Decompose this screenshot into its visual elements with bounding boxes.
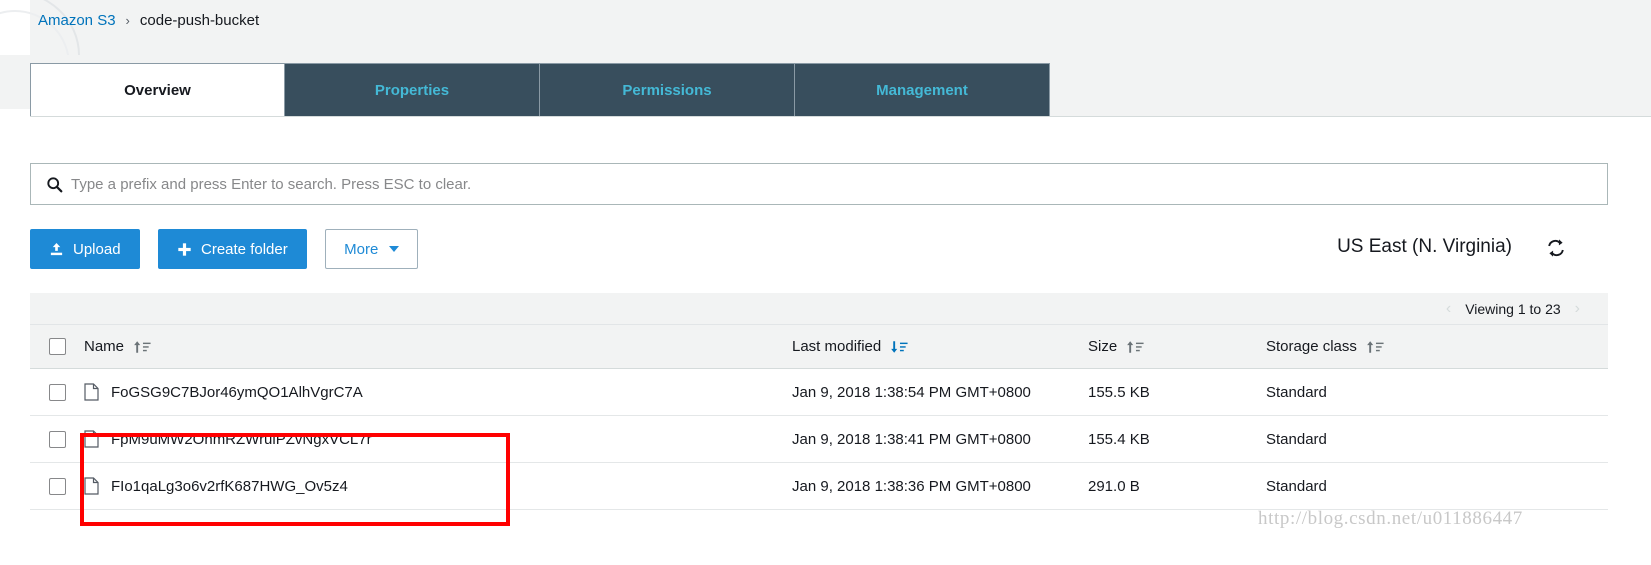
row-checkbox[interactable] [48,477,66,495]
cell-size: 155.4 KB [1088,430,1150,448]
upload-icon [49,242,64,257]
upload-button[interactable]: Upload [30,229,140,269]
table-header-row: Name Last modified Size Storage class [30,325,1608,369]
tab-management[interactable]: Management [795,63,1050,117]
table-row: FpM9uMW2OnmRZWruiPZvNgxVCL7r Jan 9, 2018… [30,416,1608,463]
file-icon [84,383,99,401]
region-label: US East (N. Virginia) [1337,236,1512,257]
more-button[interactable]: More [325,229,419,269]
cell-name: FIo1qaLg3o6v2rfK687HWG_Ov5z4 [84,477,792,495]
breadcrumb: Amazon S3 › code-push-bucket [38,7,259,33]
search-bar[interactable]: Type a prefix and press Enter to search.… [30,163,1608,205]
cell-last-modified: Jan 9, 2018 1:38:36 PM GMT+0800 [792,477,1031,495]
action-toolbar: Upload Create folder More US East (N. Vi… [30,229,1608,275]
tab-strip: Overview Properties Permissions Manageme… [0,55,1651,117]
refresh-button[interactable] [1542,237,1570,263]
sort-ascending-icon [133,340,152,354]
pagination-bar: ‹ Viewing 1 to 23 › [30,293,1608,325]
search-input[interactable]: Type a prefix and press Enter to search.… [71,176,471,193]
sort-descending-icon [890,340,909,354]
select-all-cell [30,338,84,355]
row-select-cell [30,430,84,448]
cell-last-modified: Jan 9, 2018 1:38:41 PM GMT+0800 [792,430,1031,448]
row-select-cell [30,477,84,495]
pagination-next-button[interactable]: › [1561,300,1594,318]
column-header-storage-class[interactable]: Storage class [1266,338,1608,355]
watermark-text: http://blog.csdn.net/u011886447 [1258,508,1523,529]
tab-overview[interactable]: Overview [30,63,285,117]
cell-storage-class: Standard [1266,477,1327,495]
file-name-link[interactable]: FIo1qaLg3o6v2rfK687HWG_Ov5z4 [111,478,348,495]
file-name-link[interactable]: FpM9uMW2OnmRZWruiPZvNgxVCL7r [111,431,372,448]
tab-strip-left-spacer [0,109,30,117]
overview-panel: Type a prefix and press Enter to search.… [0,117,1651,565]
cell-size: 155.5 KB [1088,383,1150,401]
cell-last-modified: Jan 9, 2018 1:38:54 PM GMT+0800 [792,383,1031,401]
pagination-prev-button[interactable]: ‹ [1432,300,1465,318]
cell-name: FpM9uMW2OnmRZWruiPZvNgxVCL7r [84,430,792,448]
cell-storage-class: Standard [1266,430,1327,448]
breadcrumb-separator-icon: › [125,12,130,28]
chevron-down-icon [389,246,400,252]
tab-permissions[interactable]: Permissions [540,63,795,117]
upload-button-label: Upload [73,240,121,258]
search-icon [37,176,71,193]
plus-icon [177,242,192,257]
sort-ascending-icon [1366,340,1385,354]
column-header-name[interactable]: Name [84,338,792,355]
breadcrumb-current: code-push-bucket [139,11,260,29]
column-header-last-modified-label: Last modified [792,338,882,355]
file-icon [84,430,99,448]
create-folder-button-label: Create folder [201,240,288,258]
tab-overview-label: Overview [124,81,191,99]
file-name-link[interactable]: FoGSG9C7BJor46ymQO1AlhVgrC7A [111,384,363,401]
tab-list: Overview Properties Permissions Manageme… [30,63,1050,117]
column-header-size[interactable]: Size [1088,338,1266,355]
tab-properties[interactable]: Properties [285,63,540,117]
row-checkbox[interactable] [48,383,66,401]
column-header-storage-class-label: Storage class [1266,338,1357,355]
file-icon [84,477,99,495]
table-row: FIo1qaLg3o6v2rfK687HWG_Ov5z4 Jan 9, 2018… [30,463,1608,510]
create-folder-button[interactable]: Create folder [158,229,307,269]
s3-bucket-page: Amazon S3 › code-push-bucket Overview Pr… [0,0,1651,565]
tab-properties-label: Properties [374,81,450,99]
pagination-range-text: Viewing 1 to 23 [1465,300,1561,317]
tab-management-label: Management [876,81,968,99]
column-header-name-label: Name [84,338,125,355]
row-select-cell [30,383,84,401]
tab-permissions-label: Permissions [622,81,712,99]
column-header-last-modified[interactable]: Last modified [792,338,1088,355]
breadcrumb-root-link[interactable]: Amazon S3 [38,12,116,29]
row-checkbox[interactable] [48,430,66,448]
table-row: FoGSG9C7BJor46ymQO1AlhVgrC7A Jan 9, 2018… [30,369,1608,416]
cell-size: 291.0 B [1088,477,1140,495]
pagination-controls: ‹ Viewing 1 to 23 › [1432,300,1594,318]
select-all-checkbox[interactable] [48,338,66,355]
refresh-icon [1546,238,1566,263]
cell-storage-class: Standard [1266,383,1327,401]
cell-name: FoGSG9C7BJor46ymQO1AlhVgrC7A [84,383,792,401]
more-button-label: More [344,240,379,258]
column-header-size-label: Size [1088,338,1118,355]
sort-ascending-icon [1126,340,1145,354]
objects-table: Name Last modified Size Storage class Fo… [30,325,1608,510]
